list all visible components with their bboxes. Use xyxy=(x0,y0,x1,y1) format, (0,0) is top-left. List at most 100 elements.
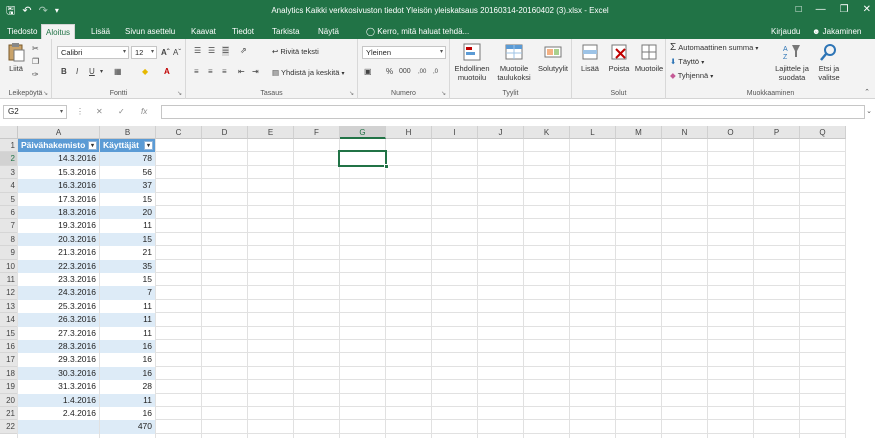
date-cell[interactable]: 2.4.2016 xyxy=(18,407,99,421)
table-header-cell[interactable]: Päivähakemisto ▾ xyxy=(18,139,99,153)
total-label-cell[interactable] xyxy=(18,420,99,434)
sort-filter-button[interactable]: AZ Lajittele ja suodata xyxy=(772,42,812,82)
users-cell[interactable]: 15 xyxy=(100,273,155,287)
column-header-g[interactable]: G xyxy=(340,126,386,139)
row-header-17[interactable]: 17 xyxy=(0,353,18,367)
date-cell[interactable]: 15.3.2016 xyxy=(18,165,99,180)
users-cell[interactable]: 16 xyxy=(100,407,155,421)
row-header-16[interactable]: 16 xyxy=(0,340,18,354)
column-header-b[interactable]: B xyxy=(100,126,156,139)
row-header-6[interactable]: 6 xyxy=(0,206,18,220)
row-header-22[interactable]: 22 xyxy=(0,420,18,434)
font-name-select[interactable]: Calibri ▾ xyxy=(57,46,129,59)
active-cell[interactable] xyxy=(338,150,389,169)
row-header-15[interactable]: 15 xyxy=(0,326,18,340)
row-header-3[interactable]: 3 xyxy=(0,165,18,180)
row-header-11[interactable]: 11 xyxy=(0,273,18,287)
users-cell[interactable]: 56 xyxy=(100,165,155,180)
decrease-font-icon[interactable]: Aˇ xyxy=(173,48,181,58)
users-cell[interactable]: 15 xyxy=(100,232,155,247)
fill-button[interactable]: ⬇ Täyttö ▾ xyxy=(670,57,704,68)
users-cell[interactable]: 16 xyxy=(100,366,155,381)
users-cell[interactable]: 21 xyxy=(100,246,155,260)
font-size-select[interactable]: 12 ▾ xyxy=(131,46,157,59)
bold-button[interactable]: B xyxy=(61,67,67,77)
underline-button[interactable]: U xyxy=(89,67,95,77)
users-cell[interactable]: 28 xyxy=(100,380,155,394)
select-all-button[interactable] xyxy=(0,126,18,139)
worksheet-grid[interactable]: ABCDEFGHIJKLMNOPQ 1 2 3 4 5 6 7 8 9 10 11 12 13 14 15 1… xyxy=(0,126,875,438)
tab-file[interactable]: Tiedosto xyxy=(3,24,41,39)
users-cell[interactable]: 15 xyxy=(100,192,155,206)
total-cell[interactable]: 470 xyxy=(100,420,155,434)
insert-function-button[interactable]: fx xyxy=(141,106,147,118)
column-header-l[interactable]: L xyxy=(570,126,616,139)
maximize-icon[interactable]: ❐ xyxy=(840,2,849,18)
name-box[interactable]: G2 ▾ xyxy=(3,105,67,119)
row-header-19[interactable]: 19 xyxy=(0,380,18,394)
wrap-text-button[interactable]: ↩ Rivitä teksti xyxy=(272,47,319,56)
align-right-icon[interactable]: ≡ xyxy=(222,67,227,77)
redo-icon[interactable]: ↷ xyxy=(39,3,48,19)
date-cell[interactable]: 19.3.2016 xyxy=(18,219,99,233)
column-header-h[interactable]: H xyxy=(386,126,432,139)
autosum-button[interactable]: Σ Automaattinen summa ▾ xyxy=(670,43,758,54)
dialog-launcher-icon[interactable]: ↘ xyxy=(177,90,182,97)
row-header-21[interactable]: 21 xyxy=(0,407,18,421)
date-cell[interactable]: 21.3.2016 xyxy=(18,246,99,260)
date-cell[interactable]: 30.3.2016 xyxy=(18,366,99,381)
row-header-7[interactable]: 7 xyxy=(0,219,18,233)
date-cell[interactable]: 17.3.2016 xyxy=(18,192,99,206)
date-cell[interactable]: 28.3.2016 xyxy=(18,340,99,354)
column-header-q[interactable]: Q xyxy=(800,126,846,139)
users-cell[interactable]: 37 xyxy=(100,179,155,193)
fill-handle[interactable] xyxy=(384,163,389,169)
tab-review[interactable]: Tarkista xyxy=(268,24,304,39)
sign-in-link[interactable]: Kirjaudu xyxy=(771,24,800,39)
row-header-8[interactable]: 8 xyxy=(0,232,18,247)
tab-insert[interactable]: Lisää xyxy=(87,24,114,39)
copy-icon[interactable]: ❐ xyxy=(32,57,39,67)
column-header-o[interactable]: O xyxy=(708,126,754,139)
insert-cells-button[interactable]: Lisää xyxy=(576,42,604,73)
chevron-up-icon[interactable]: ⌃ xyxy=(864,88,870,96)
date-cell[interactable]: 14.3.2016 xyxy=(18,152,99,166)
column-header-e[interactable]: E xyxy=(248,126,294,139)
row-header-4[interactable]: 4 xyxy=(0,179,18,193)
align-middle-icon[interactable]: ☰ xyxy=(208,46,215,56)
tab-home[interactable]: Aloitus xyxy=(41,24,76,39)
currency-icon[interactable]: ▣ xyxy=(364,67,372,77)
table-header-cell[interactable]: Käyttäjät ▾ xyxy=(100,139,155,153)
users-cell[interactable]: 78 xyxy=(100,152,155,166)
column-header-p[interactable]: P xyxy=(754,126,800,139)
font-color-icon[interactable]: A xyxy=(164,67,170,77)
share-button[interactable]: ☻ Jakaminen xyxy=(812,24,861,39)
users-cell[interactable]: 11 xyxy=(100,393,155,407)
row-header-5[interactable]: 5 xyxy=(0,192,18,206)
date-cell[interactable]: 25.3.2016 xyxy=(18,299,99,314)
align-center-icon[interactable]: ≡ xyxy=(208,67,213,77)
column-header-k[interactable]: K xyxy=(524,126,570,139)
users-cell[interactable]: 11 xyxy=(100,299,155,314)
users-cell[interactable]: 7 xyxy=(100,286,155,300)
number-format-select[interactable]: Yleinen ▾ xyxy=(362,46,446,59)
save-icon[interactable]: 🖫 xyxy=(6,3,15,19)
column-header-d[interactable]: D xyxy=(202,126,248,139)
users-cell[interactable]: 35 xyxy=(100,259,155,273)
row-header-14[interactable]: 14 xyxy=(0,313,18,327)
date-cell[interactable]: 16.3.2016 xyxy=(18,179,99,193)
merge-center-button[interactable]: ▤ Yhdistä ja keskitä ▾ xyxy=(272,68,345,79)
align-top-icon[interactable]: ☰ xyxy=(194,46,201,56)
formula-input[interactable] xyxy=(161,105,865,119)
increase-decimal-icon[interactable]: ,00 xyxy=(418,67,426,77)
filter-dropdown-icon[interactable]: ▾ xyxy=(88,141,97,150)
close-icon[interactable]: ✕ xyxy=(863,2,871,18)
tab-formulas[interactable]: Kaavat xyxy=(187,24,220,39)
tab-data[interactable]: Tiedot xyxy=(228,24,258,39)
format-painter-icon[interactable]: ✑ xyxy=(32,70,39,80)
italic-button[interactable]: I xyxy=(76,67,78,77)
dialog-launcher-icon[interactable]: ↘ xyxy=(43,90,48,97)
fill-color-icon[interactable]: ◆ xyxy=(142,67,148,77)
ribbon-display-icon[interactable]: □ xyxy=(796,2,802,18)
row-header-10[interactable]: 10 xyxy=(0,259,18,273)
